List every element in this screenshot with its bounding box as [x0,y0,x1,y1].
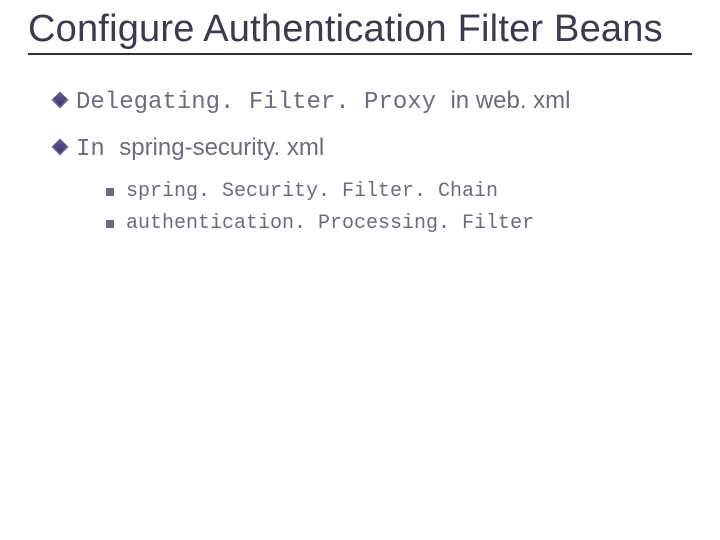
bullet-level1: Delegating. Filter. Proxy in web. xml [54,85,692,118]
slide: Configure Authentication Filter Beans De… [0,0,720,540]
bullet-text-segment: in web. xml [450,87,570,114]
slide-body: Delegating. Filter. Proxy in web. xml In… [28,63,692,237]
bullet-text-segment: In [76,136,119,163]
bullet-text: Delegating. Filter. Proxy in web. xml [76,85,571,118]
title-underline [28,53,692,55]
bullet-text-segment: Delegating. Filter. Proxy [76,89,450,116]
sub-bullet-text: authentication. Processing. Filter [126,211,534,237]
square-icon [106,220,114,228]
diamond-icon [52,91,69,108]
diamond-icon [52,138,69,155]
square-icon [106,188,114,196]
title-block: Configure Authentication Filter Beans [28,8,692,55]
slide-title: Configure Authentication Filter Beans [28,8,692,51]
sub-bullet-group: spring. Security. Filter. Chain authenti… [54,179,692,237]
sub-bullet-text: spring. Security. Filter. Chain [126,179,498,205]
bullet-level2: spring. Security. Filter. Chain [106,179,692,205]
bullet-text: In spring-security. xml [76,132,324,165]
bullet-level1: In spring-security. xml [54,132,692,165]
bullet-level2: authentication. Processing. Filter [106,211,692,237]
bullet-text-segment: spring-security. xml [119,134,324,161]
